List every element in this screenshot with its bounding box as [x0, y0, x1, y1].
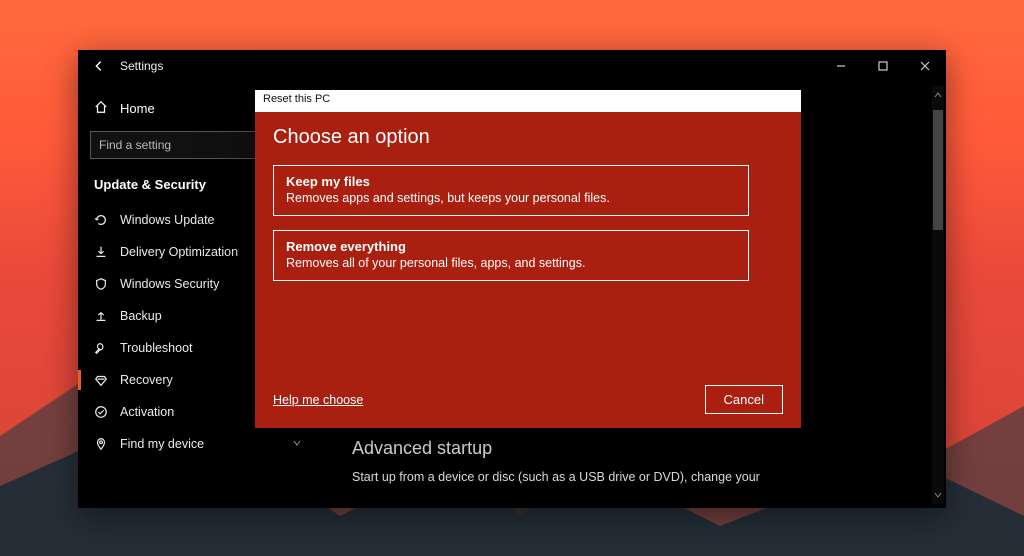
sidebar-item-label: Activation — [120, 405, 174, 419]
sidebar-item-label: Windows Update — [120, 213, 215, 227]
dialog-body: Choose an option Keep my files Removes ap… — [255, 112, 801, 428]
sidebar-item-label: Delivery Optimization — [120, 245, 238, 259]
option-desc: Removes apps and settings, but keeps you… — [286, 191, 736, 205]
option-desc: Removes all of your personal files, apps… — [286, 256, 736, 270]
wrench-icon — [94, 341, 108, 355]
sidebar-item-label: Windows Security — [120, 277, 219, 291]
download-icon — [94, 245, 108, 259]
close-button[interactable] — [904, 50, 946, 82]
option-title: Keep my files — [286, 174, 736, 189]
dialog-title: Reset this PC — [255, 90, 801, 112]
reset-option-remove-everything[interactable]: Remove everything Removes all of your per… — [273, 230, 749, 281]
window-title: Settings — [120, 59, 163, 73]
back-button[interactable] — [78, 50, 120, 82]
recovery-icon — [94, 373, 108, 387]
advanced-startup-text: Start up from a device or disc (such as … — [352, 469, 922, 487]
minimize-button[interactable] — [820, 50, 862, 82]
scroll-up-icon[interactable] — [932, 88, 944, 102]
sidebar-item-find-my-device[interactable]: Find my device — [78, 428, 318, 460]
window-controls — [820, 50, 946, 82]
sidebar-item-label: Troubleshoot — [120, 341, 193, 355]
check-icon — [94, 405, 108, 419]
sidebar-item-label: Recovery — [120, 373, 173, 387]
dialog-heading: Choose an option — [273, 126, 783, 149]
home-icon — [94, 100, 108, 117]
upload-icon — [94, 309, 108, 323]
chevron-down-icon — [292, 437, 302, 451]
cancel-button[interactable]: Cancel — [705, 385, 783, 414]
sidebar-item-label: Find my device — [120, 437, 204, 451]
location-icon — [94, 437, 108, 451]
scroll-down-icon[interactable] — [932, 488, 944, 502]
advanced-startup-heading: Advanced startup — [352, 438, 922, 459]
dialog-footer: Help me choose Cancel — [273, 385, 783, 414]
reset-option-keep-my-files[interactable]: Keep my files Removes apps and settings, … — [273, 165, 749, 216]
refresh-icon — [94, 213, 108, 227]
sidebar-item-label: Backup — [120, 309, 162, 323]
desktop-wallpaper: Settings Home Find a setting Update & Se… — [0, 0, 1024, 556]
titlebar: Settings — [78, 50, 946, 82]
home-label: Home — [120, 101, 155, 116]
vertical-scrollbar[interactable] — [932, 86, 944, 504]
search-placeholder: Find a setting — [99, 138, 171, 152]
option-title: Remove everything — [286, 239, 736, 254]
shield-icon — [94, 277, 108, 291]
maximize-button[interactable] — [862, 50, 904, 82]
help-me-choose-link[interactable]: Help me choose — [273, 393, 363, 407]
scrollbar-thumb[interactable] — [933, 110, 943, 230]
reset-pc-dialog: Reset this PC Choose an option Keep my f… — [255, 90, 801, 428]
